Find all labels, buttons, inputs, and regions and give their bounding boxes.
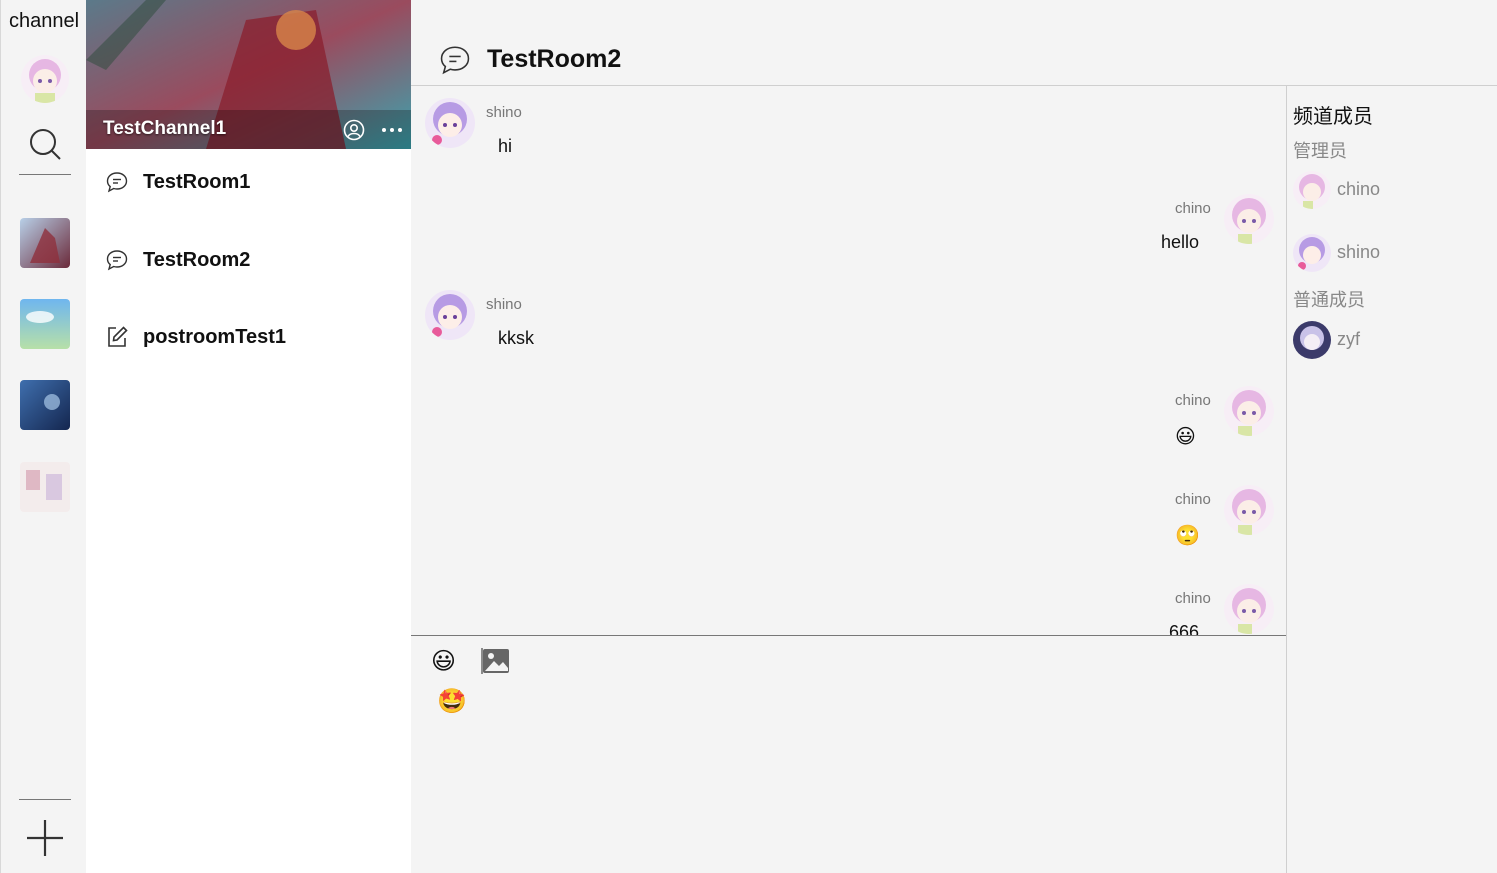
message-list[interactable]: shino hi chino hello shino kksk chino 😃: [411, 86, 1286, 635]
member-panel: 频道成员 管理员 chino shino 普通成员 zyf: [1286, 86, 1497, 873]
chat-icon: [105, 170, 129, 194]
edit-icon: [105, 325, 129, 349]
image-icon[interactable]: [481, 646, 511, 676]
message-draft-emoji: 🤩: [437, 688, 467, 715]
room-item-testroom1[interactable]: TestRoom1: [86, 162, 411, 202]
channel-thumb-1[interactable]: [20, 218, 70, 268]
message-text: hi: [498, 136, 513, 156]
avatar[interactable]: [1224, 485, 1274, 535]
user-circle-icon[interactable]: [343, 119, 365, 141]
avatar: [1293, 321, 1331, 359]
user-avatar[interactable]: [21, 55, 69, 103]
avatar[interactable]: [1224, 194, 1274, 244]
message-username: shino: [486, 296, 522, 313]
chat-icon: [438, 43, 472, 77]
normal-section-label: 普通成员: [1293, 290, 1365, 310]
room-label: postroomTest1: [143, 326, 286, 348]
member-item[interactable]: chino: [1293, 171, 1493, 211]
avatar[interactable]: [425, 290, 475, 340]
emoji-picker-icon[interactable]: 😃: [431, 647, 456, 676]
room-header: TestRoom2: [411, 0, 1497, 86]
message-username: chino: [1175, 200, 1211, 217]
channel-thumb-4[interactable]: [20, 462, 70, 512]
avatar[interactable]: [425, 98, 475, 148]
search-icon[interactable]: [28, 127, 62, 161]
message-composer[interactable]: 😃 🤩: [411, 635, 1286, 873]
admin-section-label: 管理员: [1293, 141, 1347, 161]
message-username: chino: [1175, 392, 1211, 409]
room-item-postroomtest1[interactable]: postroomTest1: [86, 317, 411, 357]
channel-rail: channel: [0, 0, 86, 873]
plus-icon[interactable]: [25, 818, 65, 858]
rail-divider-bottom: [19, 799, 71, 800]
message-username: shino: [486, 104, 522, 121]
avatar: [1293, 234, 1331, 272]
avatar[interactable]: [1224, 386, 1274, 436]
member-name: zyf: [1337, 329, 1361, 349]
members-title: 频道成员: [1293, 106, 1373, 128]
channel-panel: TestChannel1 TestRoom1 TestRoom2 postroo…: [86, 0, 411, 873]
more-icon[interactable]: [380, 119, 404, 141]
channel-name: TestChannel1: [103, 118, 227, 139]
room-item-testroom2[interactable]: TestRoom2: [86, 240, 411, 280]
channel-thumb-2[interactable]: [20, 299, 70, 349]
avatar: [1293, 171, 1331, 209]
room-label: TestRoom2: [143, 249, 251, 271]
chat-icon: [105, 248, 129, 272]
channel-banner: TestChannel1: [86, 0, 411, 149]
channel-thumb-3[interactable]: [20, 380, 70, 430]
message-emoji: 😃: [1175, 426, 1196, 448]
message-username: chino: [1175, 491, 1211, 508]
message-text: hello: [1161, 232, 1200, 252]
message-text: kksk: [498, 328, 534, 348]
room-title: TestRoom2: [487, 45, 622, 73]
rail-title: channel: [8, 10, 80, 32]
member-item[interactable]: shino: [1293, 234, 1493, 274]
message-text: 666: [1169, 622, 1200, 635]
room-label: TestRoom1: [143, 171, 251, 193]
chat-main: TestRoom2 shino hi chino hello shino kks…: [411, 0, 1497, 873]
member-item[interactable]: zyf: [1293, 321, 1493, 361]
message-emoji: 🙄: [1175, 525, 1200, 547]
rail-divider: [19, 174, 71, 175]
avatar[interactable]: [1224, 584, 1274, 634]
message-username: chino: [1175, 590, 1211, 607]
member-name: shino: [1337, 242, 1381, 262]
member-name: chino: [1337, 179, 1381, 199]
